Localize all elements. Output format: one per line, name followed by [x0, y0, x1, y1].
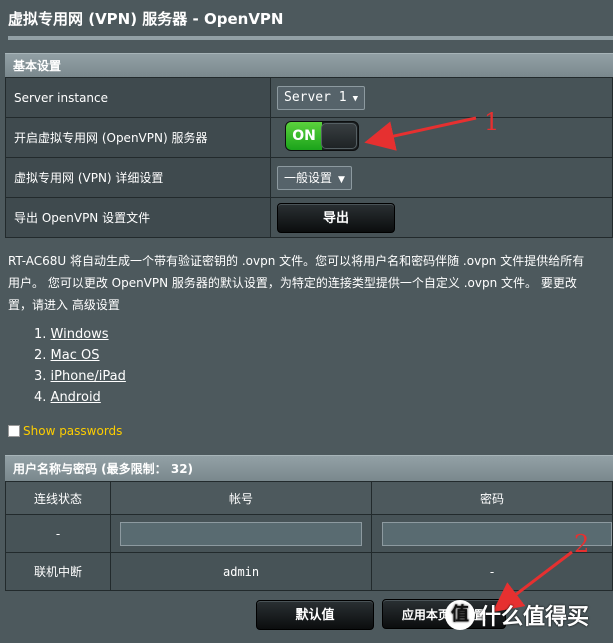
- enable-vpn-cell: ON: [270, 117, 613, 158]
- description-line-2: 用户。 您可以更改 OpenVPN 服务器的默认设置，为特定的连接类型提供一个自…: [8, 276, 577, 290]
- title-divider: [8, 36, 613, 40]
- users-table-header: 连线状态 帐号 密码: [4, 481, 613, 515]
- username-input-cell: [110, 514, 372, 553]
- watermark-logo: 值: [445, 600, 475, 630]
- table-row: 联机中断 admin -: [4, 552, 613, 591]
- chevron-down-icon: ▼: [352, 93, 359, 104]
- show-passwords-label: Show passwords: [23, 424, 123, 438]
- chevron-down-icon: ▼: [338, 174, 345, 185]
- vpn-details-row: 虚拟专用网 (VPN) 详细设置 一般设置 ▼: [5, 157, 613, 198]
- column-header-password: 密码: [371, 481, 613, 515]
- server-instance-value: Server 1: [284, 89, 347, 105]
- windows-link[interactable]: Windows: [51, 327, 109, 342]
- annotation-number-2: 2: [574, 530, 590, 558]
- add-row-status: -: [4, 514, 112, 553]
- users-table: 连线状态 帐号 密码 - 联机中断 admin -: [4, 481, 613, 591]
- vpn-details-select[interactable]: 一般设置 ▼: [277, 165, 352, 190]
- enable-vpn-row: 开启虚拟专用网 (OpenVPN) 服务器 ON: [5, 117, 613, 158]
- description-line-1: RT-AC68U 将自动生成一个带有验证密钥的 .ovpn 文件。您可以将用户名…: [8, 254, 585, 268]
- server-instance-row: Server instance Server 1 ▼: [5, 77, 613, 118]
- toggle-knob: [321, 123, 357, 149]
- enable-vpn-toggle[interactable]: ON: [285, 121, 359, 151]
- server-instance-label: Server instance: [5, 77, 271, 118]
- user-username: admin: [110, 552, 372, 591]
- user-status: 联机中断: [4, 552, 112, 591]
- os-link-list: 1. Windows 2. Mac OS 3. iPhone/iPad 4. A…: [34, 324, 126, 408]
- default-button[interactable]: 默认值: [256, 600, 374, 630]
- watermark: 值 什么值得买: [445, 599, 589, 631]
- username-input[interactable]: [120, 521, 363, 546]
- list-number: 2.: [34, 348, 47, 363]
- list-number: 4.: [34, 390, 47, 405]
- enable-vpn-label: 开启虚拟专用网 (OpenVPN) 服务器: [5, 117, 271, 158]
- vpn-details-value: 一般设置: [284, 170, 333, 185]
- show-passwords-checkbox[interactable]: [8, 425, 20, 437]
- list-item: 4. Android: [34, 387, 126, 408]
- server-instance-select[interactable]: Server 1 ▼: [277, 85, 366, 110]
- users-section-header: 用户名称与密码 (最多限制： 32): [5, 455, 613, 481]
- list-item: 2. Mac OS: [34, 345, 126, 366]
- list-number: 1.: [34, 327, 47, 342]
- page-title: 虚拟专用网 (VPN) 服务器 - OpenVPN: [8, 10, 284, 28]
- vpn-details-cell: 一般设置 ▼: [270, 157, 613, 198]
- export-config-label: 导出 OpenVPN 设置文件: [5, 197, 271, 238]
- toggle-on-label: ON: [286, 122, 322, 150]
- vpn-details-label: 虚拟专用网 (VPN) 详细设置: [5, 157, 271, 198]
- export-config-cell: 导出: [270, 197, 613, 238]
- list-number: 3.: [34, 369, 47, 384]
- export-config-row: 导出 OpenVPN 设置文件 导出: [5, 197, 613, 238]
- annotation-number-1: 1: [484, 108, 500, 136]
- basic-settings-header: 基本设置: [5, 53, 613, 77]
- description-text: RT-AC68U 将自动生成一个带有验证密钥的 .ovpn 文件。您可以将用户名…: [8, 250, 613, 316]
- description-line-3: 置，请进入 高级设置: [8, 298, 120, 312]
- list-item: 3. iPhone/iPad: [34, 366, 126, 387]
- watermark-text: 什么值得买: [479, 605, 590, 630]
- show-passwords-option[interactable]: Show passwords: [8, 424, 122, 438]
- basic-settings-table: Server instance Server 1 ▼ 开启虚拟专用网 (OpenV…: [5, 77, 613, 238]
- user-password: -: [371, 552, 613, 591]
- export-button[interactable]: 导出: [277, 202, 395, 233]
- iphone-ipad-link[interactable]: iPhone/iPad: [51, 369, 126, 384]
- macos-link[interactable]: Mac OS: [51, 348, 100, 363]
- android-link[interactable]: Android: [51, 390, 101, 405]
- add-user-row: -: [4, 514, 613, 553]
- list-item: 1. Windows: [34, 324, 126, 345]
- column-header-username: 帐号: [110, 481, 372, 515]
- column-header-status: 连线状态: [4, 481, 112, 515]
- server-instance-cell: Server 1 ▼: [270, 77, 613, 118]
